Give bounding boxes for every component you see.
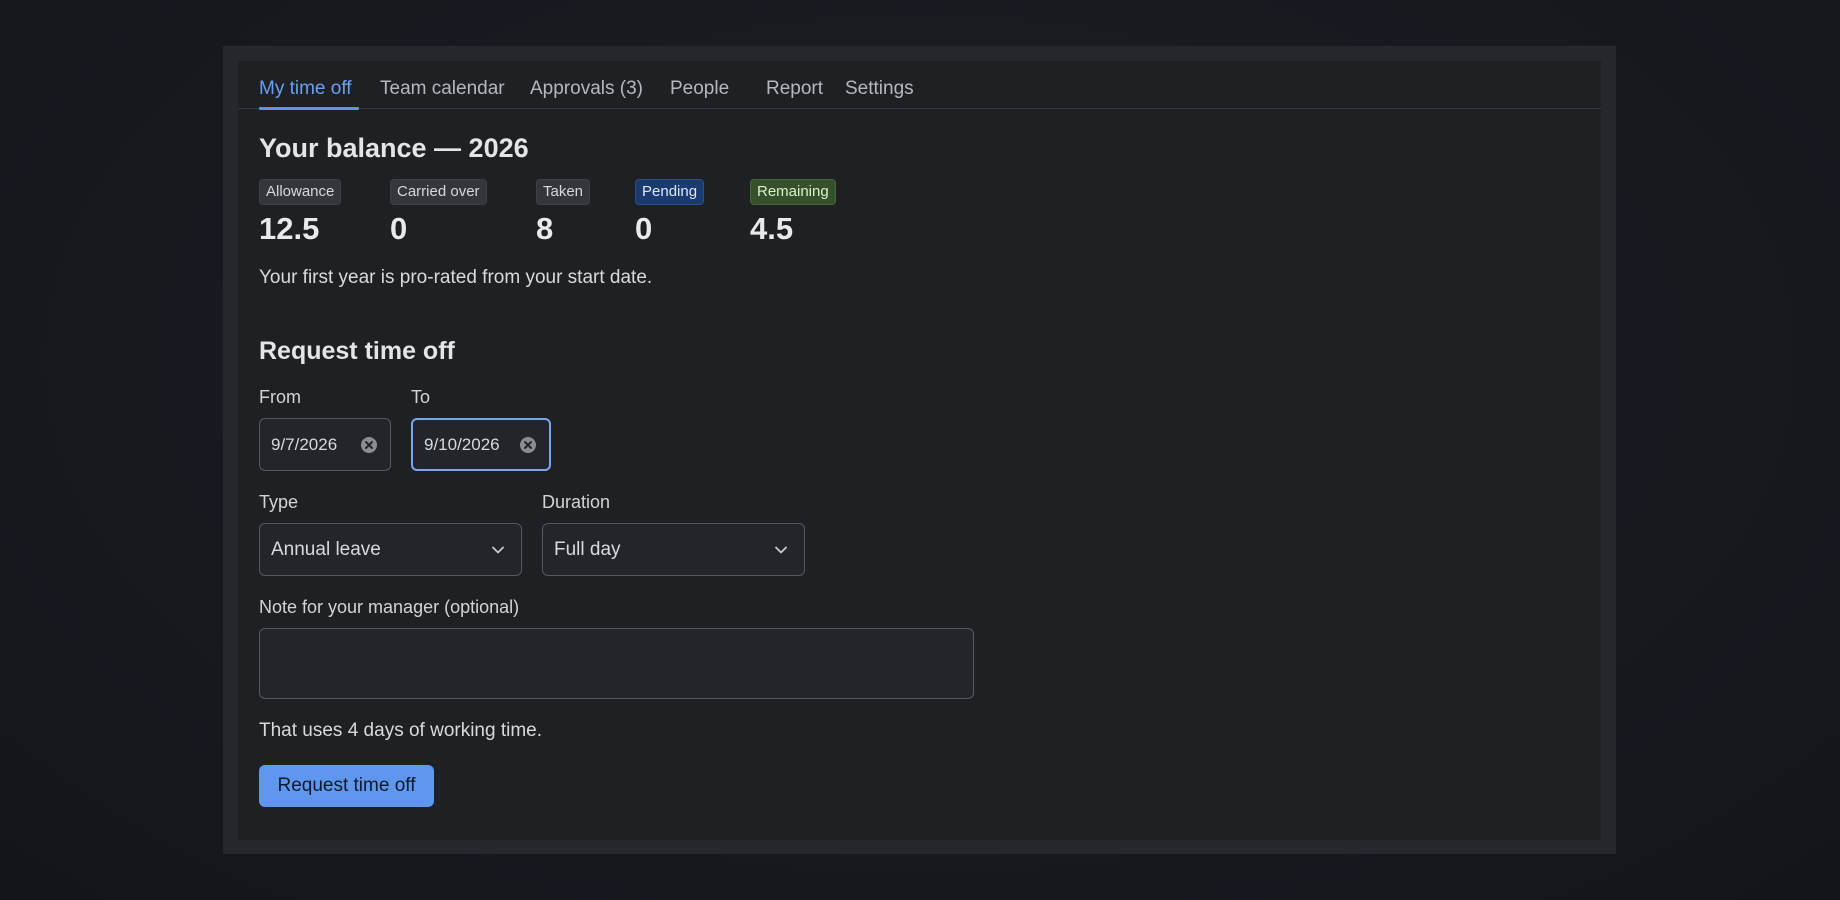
balance-title: Your balance — 2026 (259, 133, 529, 163)
tab-report[interactable]: Report (766, 78, 823, 100)
duration-label: Duration (542, 492, 611, 512)
tab-people[interactable]: People (670, 78, 729, 100)
stat-remaining-label: Remaining (750, 179, 836, 205)
active-tab-indicator (259, 107, 359, 110)
to-date-value: 9/10/2026 (424, 434, 500, 454)
note-label: Note for your manager (optional) (259, 597, 520, 617)
type-select-value: Annual leave (271, 538, 381, 560)
type-label: Type (259, 492, 299, 512)
stat-allowance: Allowance 12.5 (259, 179, 342, 246)
request-title: Request time off (259, 337, 455, 365)
main-panel: My time off Team calendar Approvals (3) … (238, 61, 1601, 840)
to-date-input[interactable]: 9/10/2026 (411, 418, 551, 471)
tab-settings[interactable]: Settings (845, 78, 914, 100)
clear-to-date-icon[interactable] (519, 436, 537, 454)
duration-select-value: Full day (554, 538, 621, 560)
stat-pending-value: 0 (635, 211, 653, 246)
pro-rated-note: Your first year is pro-rated from your s… (259, 267, 653, 288)
from-date-input[interactable]: 9/7/2026 (259, 418, 391, 471)
tab-my-time-off[interactable]: My time off (259, 78, 352, 100)
manager-note-textarea[interactable] (259, 628, 974, 699)
duration-select[interactable]: Full day (542, 523, 805, 576)
stat-pending-label: Pending (635, 179, 705, 205)
clear-from-date-icon[interactable] (360, 436, 378, 454)
chevron-down-icon (775, 546, 787, 554)
stat-carried-over-label: Carried over (390, 179, 487, 205)
stat-carried-over-value: 0 (390, 211, 408, 246)
stat-remaining: Remaining 4.5 (750, 179, 836, 246)
stat-taken-value: 8 (536, 211, 554, 246)
stat-allowance-value: 12.5 (259, 211, 320, 246)
from-label: From (259, 387, 301, 407)
tab-team-calendar[interactable]: Team calendar (380, 78, 505, 100)
to-label: To (411, 387, 431, 407)
stat-remaining-value: 4.5 (750, 211, 794, 246)
stat-carried-over: Carried over 0 (390, 179, 487, 246)
tab-approvals[interactable]: Approvals (3) (530, 78, 643, 100)
type-select[interactable]: Annual leave (259, 523, 522, 576)
app-frame: My time off Team calendar Approvals (3) … (223, 46, 1616, 854)
chevron-down-icon (492, 546, 504, 554)
request-time-off-button[interactable]: Request time off (259, 765, 434, 807)
working-time-summary: That uses 4 days of working time. (259, 720, 543, 741)
stat-pending: Pending 0 (635, 179, 705, 246)
stat-allowance-label: Allowance (259, 179, 342, 205)
tab-bar: My time off Team calendar Approvals (3) … (238, 61, 1601, 110)
stat-taken-label: Taken (536, 179, 591, 205)
from-date-value: 9/7/2026 (271, 434, 338, 454)
stat-taken: Taken 8 (536, 179, 591, 246)
